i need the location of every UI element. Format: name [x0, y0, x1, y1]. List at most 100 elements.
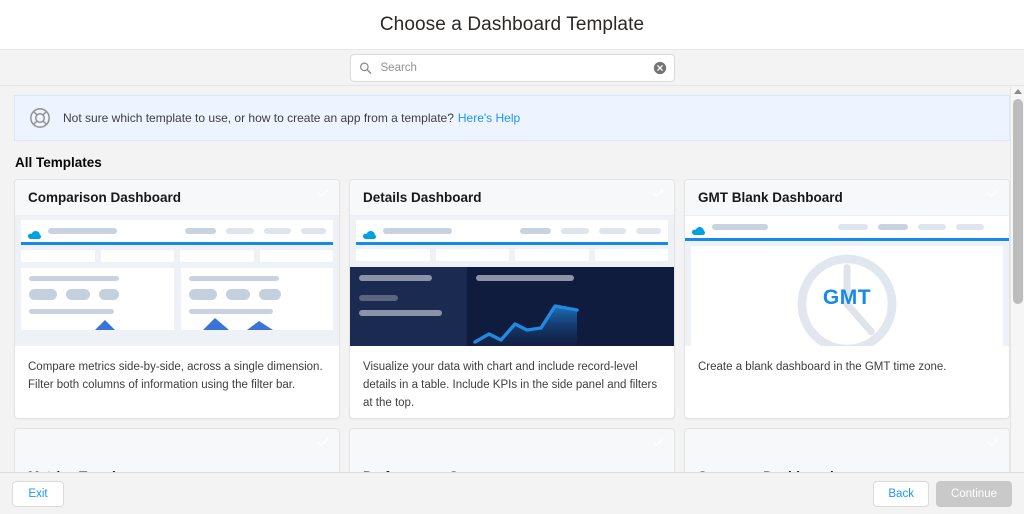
mini-filter-box: [595, 249, 669, 261]
check-icon: [316, 435, 330, 449]
mini-bar: [29, 276, 119, 281]
mini-chip: [226, 289, 250, 300]
cloud-icon: [363, 227, 376, 236]
mini-nav-title: [712, 224, 768, 230]
mini-kpi-panel: [350, 267, 467, 346]
check-icon: [986, 435, 1000, 449]
mini-filter-box: [356, 249, 430, 261]
scroll-up-arrow-icon[interactable]: [1014, 89, 1022, 94]
template-card-summary-dashboard[interactable]: Summary Dashboard: [684, 428, 1010, 472]
card-header: Comparison Dashboard: [15, 180, 339, 216]
heres-help-link[interactable]: Here's Help: [458, 111, 520, 125]
templates-scroll-area[interactable]: Not sure which template to use, or how t…: [0, 87, 1024, 472]
mini-nav-item: [301, 228, 326, 234]
page-title: Choose a Dashboard Template: [380, 14, 644, 36]
mini-bar: [476, 275, 574, 281]
card-description: Create a blank dashboard in the GMT time…: [685, 346, 1009, 377]
mini-nav-item: [918, 224, 946, 230]
mini-dashboard-comparison: [15, 216, 339, 346]
card-header: Summary Dashboard: [685, 429, 1009, 472]
mini-bar: [359, 275, 432, 281]
card-preview-thumbnail: [350, 216, 674, 346]
scrollbar-thumb[interactable]: [1013, 99, 1023, 304]
clear-circle-x-icon[interactable]: [653, 61, 667, 75]
mini-filter-box: [260, 250, 334, 262]
card-header: Metrics Trend: [15, 429, 339, 472]
mini-chip-row: [29, 289, 166, 300]
mini-nav-title: [383, 228, 452, 234]
continue-button[interactable]: Continue: [936, 481, 1012, 507]
mini-filter-box: [101, 250, 175, 262]
help-banner-text: Not sure which template to use, or how t…: [63, 111, 454, 125]
mini-nav-item: [561, 228, 590, 234]
mini-filter-row: [21, 250, 333, 262]
mini-area-chart: [181, 314, 281, 330]
card-header: GMT Blank Dashboard: [685, 180, 1009, 216]
mini-chip-row: [189, 289, 326, 300]
card-header: Performance Summary: [350, 429, 674, 472]
mini-dark-region: [350, 267, 674, 346]
mini-chart-panel: [467, 267, 674, 346]
mini-nav-item: [520, 228, 551, 234]
mini-filter-row: [356, 249, 668, 261]
mini-pane-row: [21, 268, 333, 330]
help-banner: Not sure which template to use, or how t…: [14, 95, 1010, 141]
mini-nav-item: [878, 224, 908, 230]
app-root: Choose a Dashboard Template: [0, 0, 1024, 514]
back-button[interactable]: Back: [873, 481, 929, 507]
lifesaver-help-icon: [29, 107, 51, 129]
mini-nav-item: [956, 224, 984, 230]
card-preview-thumbnail: GMT: [685, 216, 1009, 346]
mini-nav-item: [636, 228, 661, 234]
template-card-comparison[interactable]: Comparison Dashboard: [14, 179, 340, 419]
mini-chip: [99, 289, 119, 300]
exit-button[interactable]: Exit: [12, 481, 64, 507]
mini-accent-bar: [356, 242, 668, 245]
card-description: Compare metrics side-by-side, across a s…: [15, 346, 339, 395]
mini-filter-box: [515, 249, 589, 261]
mini-chip: [189, 289, 217, 300]
mini-dashboard-gmt: GMT: [685, 216, 1009, 346]
mini-accent-bar: [21, 242, 333, 245]
cloud-icon: [28, 227, 41, 236]
templates-inner: Not sure which template to use, or how t…: [0, 95, 1024, 472]
vertical-scrollbar[interactable]: [1010, 87, 1024, 472]
mini-filter-box: [180, 250, 254, 262]
mini-pane: [21, 268, 174, 330]
mini-bar: [359, 310, 442, 316]
search-input[interactable]: [350, 54, 675, 82]
mini-dashboard-details: [350, 216, 674, 346]
check-icon: [986, 186, 1000, 200]
mini-accent-bar: [685, 238, 1009, 241]
template-card-gmt-blank[interactable]: GMT Blank Dashboard: [684, 179, 1010, 419]
card-description: Visualize your data with chart and inclu…: [350, 346, 674, 412]
search-region: [0, 50, 1024, 86]
mini-blank-canvas: GMT: [691, 246, 1003, 346]
mini-nav-item: [264, 228, 291, 234]
check-icon: [316, 186, 330, 200]
mini-line-chart: [467, 284, 587, 346]
check-icon: [651, 186, 665, 200]
mini-chip: [66, 289, 90, 300]
mini-filter-box: [21, 250, 95, 262]
card-title: Comparison Dashboard: [28, 190, 181, 205]
search-wrapper: [350, 54, 675, 82]
template-card-grid: Comparison Dashboard: [14, 179, 1010, 472]
template-card-metrics-trend[interactable]: Metrics Trend: [14, 428, 340, 472]
template-card-performance-summary[interactable]: Performance Summary: [349, 428, 675, 472]
mini-chip: [259, 289, 281, 300]
cloud-icon: [692, 223, 705, 232]
mini-topbar: [685, 216, 1009, 238]
check-icon: [651, 435, 665, 449]
card-preview-thumbnail: [15, 216, 339, 346]
mini-bar: [359, 295, 398, 301]
section-title-all-templates: All Templates: [15, 155, 1010, 170]
mini-topbar: [21, 220, 333, 242]
page-header: Choose a Dashboard Template: [0, 0, 1024, 50]
card-title: Details Dashboard: [363, 190, 482, 205]
template-card-details[interactable]: Details Dashboard: [349, 179, 675, 419]
mini-bar: [189, 276, 279, 281]
footer-right-group: Back Continue: [873, 481, 1012, 507]
mini-filter-box: [436, 249, 510, 261]
mini-area-chart: [21, 314, 121, 330]
